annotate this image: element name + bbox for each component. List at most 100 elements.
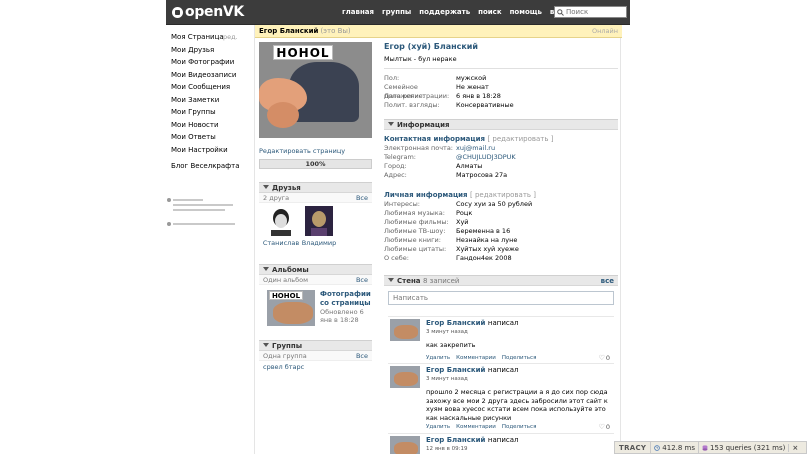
- album-title[interactable]: Фотографии со страницы: [320, 290, 372, 307]
- post-author[interactable]: Егор Бланский написал: [426, 436, 518, 444]
- info-value[interactable]: @CHUJLUDJ3DPUK: [456, 153, 516, 162]
- info-row: Любимые фильмы: Хуй: [384, 218, 618, 227]
- wall-post-input[interactable]: Написать: [388, 291, 614, 305]
- menu-my-friends[interactable]: Мои Друзья: [171, 44, 241, 57]
- menu-blog-link[interactable]: Блог Веселкрафта: [171, 160, 241, 173]
- post-comments-link[interactable]: Комментарии: [456, 355, 496, 361]
- info-row: Любимые цитаты: Хуйтых хуй хуеже: [384, 245, 618, 254]
- menu-my-photos[interactable]: Мои Фотографии: [171, 56, 241, 69]
- info-key: Полит. взгляды:: [384, 101, 440, 109]
- album-date: Обновлено 6 янв в 18:28: [320, 308, 364, 324]
- menu-my-settings[interactable]: Мои Настройки: [171, 144, 241, 157]
- post-share-link[interactable]: Поделиться: [502, 424, 537, 430]
- left-menu: Моя Страница ред. Мои Друзья Мои Фотогра…: [171, 31, 241, 173]
- wall-all-link[interactable]: все: [601, 276, 614, 286]
- friend-item[interactable]: Станислав: [261, 206, 301, 247]
- menu-edit-link[interactable]: ред.: [223, 31, 238, 44]
- friend-item[interactable]: Владимир: [299, 206, 339, 247]
- post-comments-link[interactable]: Комментарии: [456, 424, 496, 430]
- friend-avatar: [305, 206, 333, 236]
- albums-all-link[interactable]: Все: [356, 275, 368, 285]
- post-delete-link[interactable]: Удалить: [426, 424, 450, 430]
- info-row: Telegram: @CHUJLUDJ3DPUK: [384, 153, 618, 162]
- info-row: Интересы: Сосу хуи за 50 рублей: [384, 200, 618, 209]
- post-author-avatar[interactable]: [390, 319, 420, 341]
- friend-name: Станислав: [262, 239, 300, 247]
- nav-home[interactable]: главная: [338, 0, 378, 25]
- post-like-button[interactable]: ♡0: [599, 354, 610, 362]
- info-key: Дата регистрации:: [384, 92, 450, 100]
- info-key: Пол:: [384, 74, 400, 82]
- search-input[interactable]: [566, 8, 624, 16]
- group-link[interactable]: срвел бтарс: [259, 363, 372, 371]
- menu-my-groups[interactable]: Мои Группы: [171, 106, 241, 119]
- tracy-close-button[interactable]: ×: [788, 443, 801, 452]
- menu-my-news[interactable]: Мои Новости: [171, 119, 241, 132]
- profile-page: Егор Бланский (это Вы) Онлайн HOHOL Редак…: [254, 25, 622, 454]
- info-value: Незнайка на луне: [456, 236, 518, 244]
- groups-header[interactable]: Группы: [259, 340, 372, 351]
- nav-help[interactable]: помощь: [506, 0, 546, 25]
- edit-page-link[interactable]: Редактировать страницу: [259, 147, 372, 155]
- info-value: Гандон4ек 2008: [456, 254, 512, 262]
- groups-box: Группы Одна группа Все срвел бтарс: [259, 340, 372, 371]
- post-delete-link[interactable]: Удалить: [426, 355, 450, 361]
- menu-my-notes[interactable]: Мои Заметки: [171, 94, 241, 107]
- nav-search[interactable]: поиск: [474, 0, 505, 25]
- post-author[interactable]: Егор Бланский написал: [426, 366, 518, 374]
- ad-block[interactable]: [167, 197, 237, 227]
- friends-header[interactable]: Друзья: [259, 182, 372, 193]
- nav-groups[interactable]: группы: [378, 0, 415, 25]
- post-like-button[interactable]: ♡0: [599, 423, 610, 431]
- groups-all-link[interactable]: Все: [356, 351, 368, 361]
- post-text: прошло 2 месяца с регистрации а я до сих…: [426, 388, 608, 422]
- tracy-database-panel[interactable]: 153 queries (321 ms): [698, 441, 788, 454]
- info-value: Сосу хуи за 50 рублей: [456, 200, 533, 208]
- post-author-avatar[interactable]: [390, 436, 420, 454]
- info-row: Любимые ТВ-шоу: Беременна в 16: [384, 227, 618, 236]
- friends-all-link[interactable]: Все: [356, 193, 368, 203]
- clock-icon: [654, 444, 661, 451]
- info-value: мужской: [456, 74, 487, 82]
- wall-post: Егор Бланский написал 12 янв в 09:19: [388, 433, 614, 454]
- info-key: Интересы:: [384, 200, 420, 208]
- groups-count: Одна группа Все: [259, 351, 372, 361]
- post-time[interactable]: 3 минут назад: [426, 376, 468, 382]
- post-share-link[interactable]: Поделиться: [502, 355, 537, 361]
- menu-my-messages[interactable]: Мои Сообщения: [171, 81, 241, 94]
- info-value: Беременна в 16: [456, 227, 511, 235]
- collapse-icon: [263, 343, 269, 347]
- albums-box: Альбомы Один альбом Все HOHOL Фотографии …: [259, 264, 372, 334]
- tracy-time-panel[interactable]: 412.8 ms: [650, 441, 698, 454]
- edit-contact-link[interactable]: [ редактировать ]: [487, 135, 553, 143]
- profile-status[interactable]: Мылтык - бул нераке: [384, 55, 618, 63]
- post-author[interactable]: Егор Бланский написал: [426, 319, 518, 327]
- nav-support[interactable]: поддержать: [415, 0, 474, 25]
- post-time[interactable]: 12 янв в 09:19: [426, 446, 467, 452]
- info-header[interactable]: Информация: [384, 119, 618, 130]
- info-key: О себе:: [384, 254, 409, 262]
- info-value: Алматы: [456, 162, 483, 170]
- albums-header[interactable]: Альбомы: [259, 264, 372, 275]
- info-value: Хуй: [456, 218, 469, 226]
- profile-avatar[interactable]: HOHOL: [259, 42, 372, 138]
- info-value: Матросова 27а: [456, 171, 508, 179]
- contact-info-title: Контактная информация [ редактировать ]: [384, 135, 554, 143]
- album-thumbnail[interactable]: HOHOL: [267, 290, 315, 326]
- info-row: Пол: мужской: [384, 74, 618, 83]
- wall-header[interactable]: Стена 8 записей все: [384, 275, 618, 286]
- info-value[interactable]: xuj@mail.ru: [456, 144, 495, 153]
- info-value: Консервативные: [456, 101, 514, 109]
- database-icon: [702, 444, 708, 451]
- info-value: Не женат: [456, 83, 489, 91]
- menu-my-replies[interactable]: Мои Ответы: [171, 131, 241, 144]
- logo[interactable]: openVK: [172, 4, 244, 20]
- post-time[interactable]: 3 минут назад: [426, 329, 468, 335]
- albums-count: Один альбом Все: [259, 275, 372, 285]
- tracy-logo[interactable]: TRACY: [615, 444, 650, 452]
- personal-info: Интересы: Сосу хуи за 50 рублей Любимая му…: [384, 200, 618, 263]
- post-author-avatar[interactable]: [390, 366, 420, 388]
- wall-post: Егор Бланский написал 3 минут назад прош…: [388, 363, 614, 431]
- edit-personal-link[interactable]: [ редактировать ]: [470, 191, 536, 199]
- menu-my-videos[interactable]: Мои Видеозаписи: [171, 69, 241, 82]
